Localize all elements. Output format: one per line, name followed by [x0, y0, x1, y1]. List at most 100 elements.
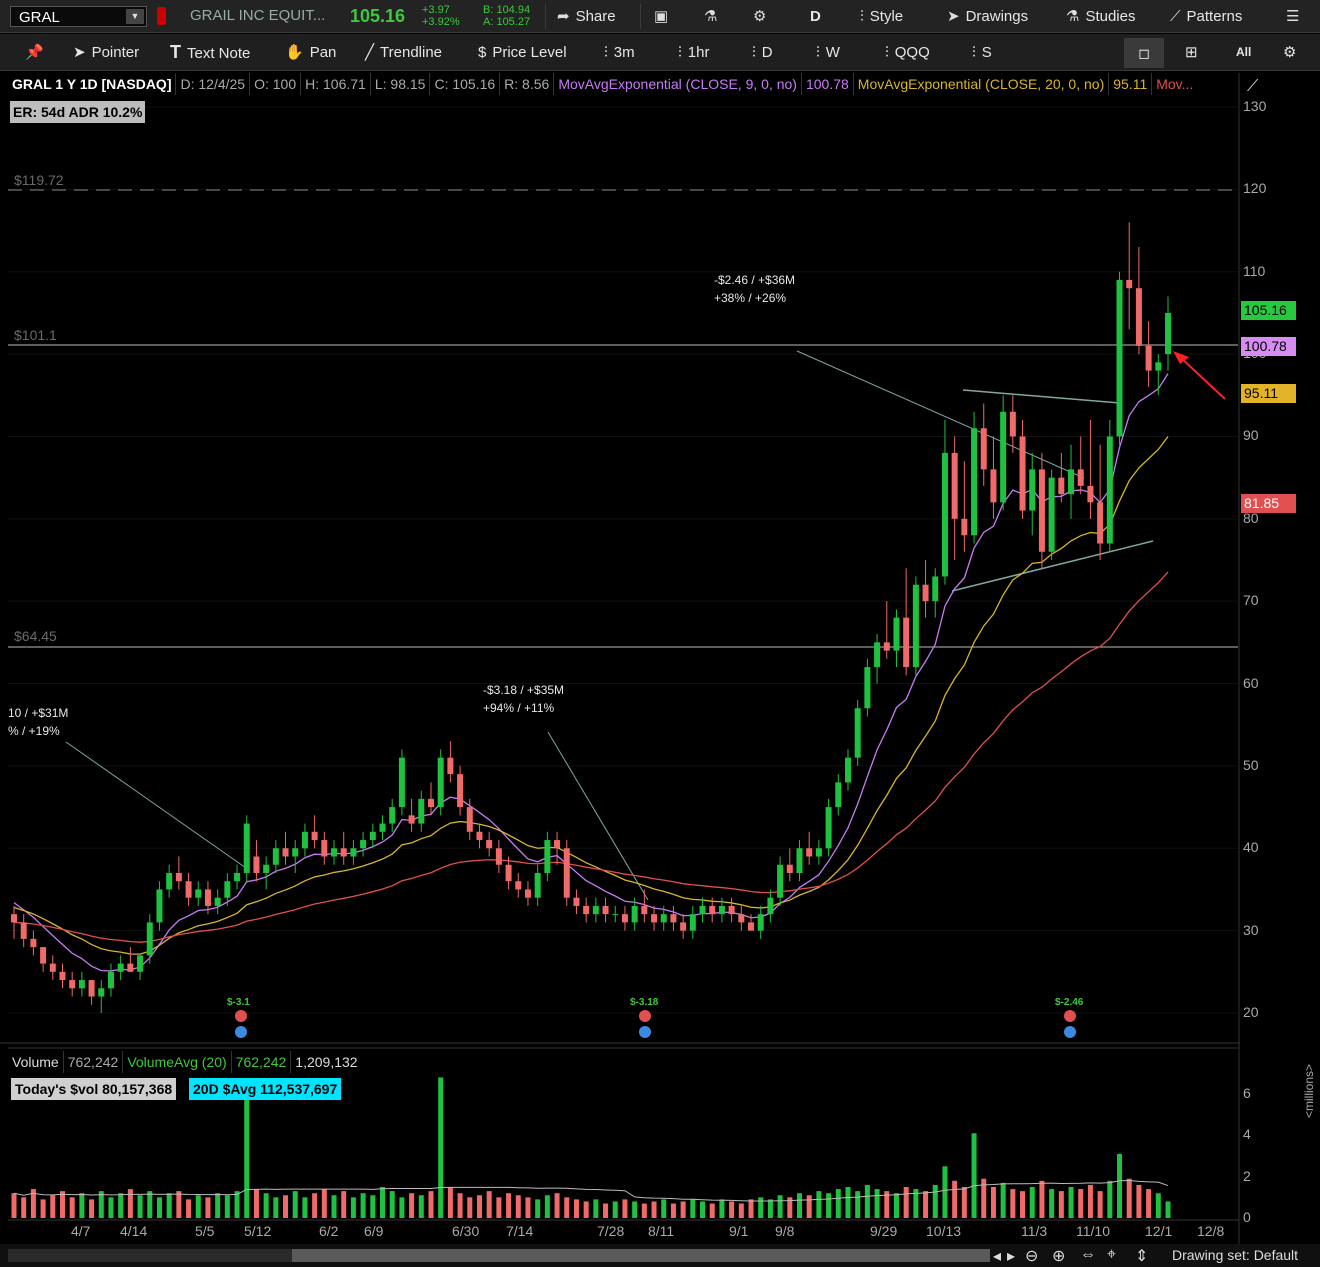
ema20-line[interactable]: [13, 436, 1169, 955]
candle-body[interactable]: [980, 428, 987, 470]
candle-body[interactable]: [670, 914, 677, 923]
candle-body[interactable]: [554, 840, 561, 849]
candle-body[interactable]: [728, 905, 735, 915]
volume-bar[interactable]: [864, 1184, 870, 1218]
volume-bar[interactable]: [118, 1193, 124, 1218]
style-button[interactable]: ⫶ Style: [860, 0, 903, 33]
volume-bar[interactable]: [292, 1191, 298, 1218]
candle-body[interactable]: [660, 914, 667, 923]
candle-body[interactable]: [893, 617, 900, 651]
candle-body[interactable]: [1126, 279, 1133, 289]
candle-body[interactable]: [486, 840, 493, 849]
volume-bar[interactable]: [350, 1197, 356, 1218]
annotation-note[interactable]: -$3.18 / +$35M +94% / +11%: [483, 681, 564, 717]
volume-bar[interactable]: [845, 1187, 851, 1218]
candle-body[interactable]: [767, 897, 774, 915]
volume-bar[interactable]: [603, 1203, 609, 1218]
candle-body[interactable]: [301, 831, 308, 849]
candle-body[interactable]: [505, 864, 512, 882]
candle-body[interactable]: [641, 905, 648, 915]
volume-bar[interactable]: [670, 1203, 676, 1218]
candle-body[interactable]: [166, 872, 173, 890]
candle-body[interactable]: [689, 914, 696, 931]
candle-body[interactable]: [709, 905, 716, 915]
volume-bar[interactable]: [515, 1195, 521, 1218]
volume-bar[interactable]: [1107, 1180, 1113, 1218]
candle-body[interactable]: [234, 872, 241, 882]
volume-bar[interactable]: [1058, 1191, 1064, 1218]
candle-body[interactable]: [544, 840, 551, 873]
volume-bar[interactable]: [186, 1199, 192, 1218]
candle-body[interactable]: [932, 576, 939, 602]
volume-bar[interactable]: [1097, 1191, 1103, 1218]
volume-bar[interactable]: [409, 1193, 415, 1218]
candle-body[interactable]: [1165, 312, 1171, 355]
alert-flag-icon[interactable]: [157, 7, 166, 25]
candle-body[interactable]: [88, 980, 95, 997]
earnings-icon[interactable]: [639, 1010, 651, 1022]
volume-bar[interactable]: [1087, 1184, 1093, 1218]
volume-bar[interactable]: [1117, 1153, 1123, 1218]
grid-layout-button[interactable]: ⊞: [1185, 34, 1204, 71]
pin-button[interactable]: 📌: [25, 34, 50, 71]
volume-bar[interactable]: [690, 1199, 696, 1218]
tf-3m-button[interactable]: ⫶ 3m: [604, 34, 635, 71]
candle-body[interactable]: [1116, 279, 1123, 437]
volume-bar[interactable]: [554, 1193, 560, 1218]
left-arrow-icon[interactable]: ◂: [993, 1246, 1001, 1266]
volume-bar[interactable]: [738, 1203, 744, 1218]
candle-body[interactable]: [961, 518, 968, 536]
candle-body[interactable]: [1029, 469, 1036, 511]
volume-bar[interactable]: [544, 1195, 550, 1218]
volume-bar[interactable]: [661, 1199, 667, 1218]
candle-body[interactable]: [941, 452, 948, 577]
scrollbar-thumb[interactable]: [292, 1249, 990, 1262]
candle-body[interactable]: [951, 452, 958, 519]
candle-body[interactable]: [844, 757, 851, 783]
volume-bar[interactable]: [205, 1197, 211, 1218]
volume-bar[interactable]: [79, 1193, 85, 1218]
volume-bar[interactable]: [700, 1201, 706, 1218]
volume-bar[interactable]: [573, 1199, 579, 1218]
candle-body[interactable]: [292, 848, 299, 857]
volume-bar[interactable]: [283, 1195, 289, 1218]
candle-body[interactable]: [1106, 436, 1113, 544]
candle-body[interactable]: [418, 798, 425, 824]
volume-bar[interactable]: [11, 1193, 17, 1218]
volume-bar[interactable]: [156, 1197, 162, 1218]
candle-body[interactable]: [903, 617, 910, 668]
candle-body[interactable]: [11, 914, 17, 923]
volume-bar[interactable]: [1049, 1189, 1055, 1218]
volume-bar[interactable]: [428, 1191, 434, 1218]
share-button[interactable]: ➦ Share: [557, 0, 616, 33]
candle-body[interactable]: [156, 889, 163, 923]
candle-body[interactable]: [1000, 411, 1007, 503]
candle-body[interactable]: [360, 840, 367, 849]
volume-bar[interactable]: [583, 1201, 589, 1218]
pan-tool[interactable]: ✋ Pan: [285, 34, 336, 71]
volume-bar[interactable]: [341, 1191, 347, 1218]
volume-bar[interactable]: [399, 1197, 405, 1218]
volume-bar[interactable]: [564, 1197, 570, 1218]
chart-settings-button[interactable]: ▣: [654, 0, 674, 33]
volume-bar[interactable]: [612, 1201, 618, 1218]
volume-bar[interactable]: [767, 1199, 773, 1218]
candle-body[interactable]: [777, 864, 784, 898]
volume-bar[interactable]: [641, 1203, 647, 1218]
volume-bar[interactable]: [370, 1195, 376, 1218]
volume-bar[interactable]: [806, 1195, 812, 1218]
volume-bar[interactable]: [961, 1187, 967, 1218]
candle-body[interactable]: [340, 848, 347, 857]
candle-body[interactable]: [272, 848, 279, 865]
candle-body[interactable]: [447, 757, 454, 775]
candle-body[interactable]: [495, 848, 502, 865]
all-button[interactable]: All: [1236, 34, 1251, 71]
symbol-input[interactable]: GRAL ▼: [10, 6, 147, 27]
volume-bar[interactable]: [990, 1187, 996, 1218]
volume-bar[interactable]: [89, 1199, 95, 1218]
candle-body[interactable]: [612, 914, 619, 916]
candle-body[interactable]: [631, 905, 638, 923]
candle-body[interactable]: [1009, 411, 1016, 437]
candle-body[interactable]: [476, 831, 483, 841]
menu-button[interactable]: ☰: [1286, 0, 1305, 33]
